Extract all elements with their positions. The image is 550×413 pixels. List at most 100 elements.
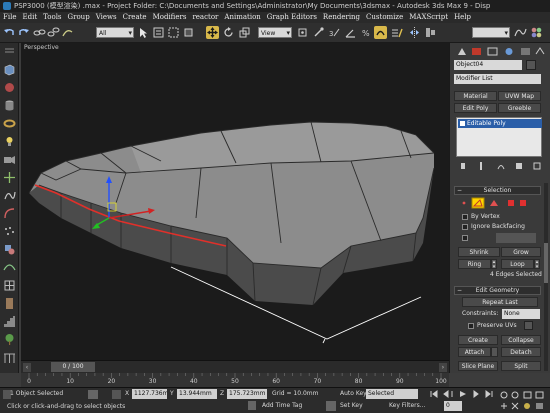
selected-filter-dropdown[interactable]: Selected (366, 389, 418, 399)
create-door-icon[interactable] (3, 297, 16, 310)
add-time-tag[interactable]: Add Time Tag (262, 401, 302, 411)
scale-icon[interactable] (238, 26, 251, 39)
create-compound-icon[interactable] (3, 243, 16, 256)
create-particle-icon[interactable] (3, 225, 16, 238)
slider-prev-icon[interactable]: ‹ (23, 363, 31, 372)
detach-button[interactable]: Detach (501, 347, 541, 357)
select-by-name-icon[interactable] (152, 26, 165, 39)
rotate-icon[interactable] (222, 26, 235, 39)
menu-customize[interactable]: Customize (363, 12, 406, 23)
angle-spinner[interactable] (496, 233, 536, 243)
z-coordinate-field[interactable]: 175.723mm (227, 389, 267, 399)
named-selection-dropdown[interactable] (472, 27, 510, 39)
key-filters-button[interactable]: Key Filters... (389, 401, 426, 411)
menu-views[interactable]: Views (93, 12, 120, 23)
create-light-icon[interactable] (3, 135, 16, 148)
menu-reactor[interactable]: reactor (189, 12, 221, 23)
repeat-last-button[interactable]: Repeat Last (462, 297, 538, 307)
create-stairs-icon[interactable] (3, 315, 16, 328)
selection-region-icon[interactable] (167, 26, 180, 39)
window-crossing-icon[interactable] (182, 26, 195, 39)
time-tag-icon[interactable] (248, 401, 256, 410)
link-icon[interactable] (33, 26, 46, 39)
select-manipulate-icon[interactable] (312, 26, 325, 39)
create-box-icon[interactable] (3, 63, 16, 76)
current-frame-field[interactable]: 0 (444, 401, 462, 411)
by-vertex-checkbox[interactable] (462, 214, 468, 220)
perspective-viewport[interactable]: Perspective (21, 43, 449, 360)
align-icon[interactable] (424, 26, 437, 39)
menu-tools[interactable]: Tools (40, 12, 64, 23)
stack-item-editable-poly[interactable]: Editable Poly (458, 119, 542, 128)
time-slider-thumb[interactable]: 0 / 100 (51, 362, 95, 372)
material-editor-icon[interactable] (530, 26, 543, 39)
attach-button[interactable]: Attach (458, 347, 491, 357)
stack-expand-icon[interactable] (460, 121, 465, 126)
create-nurbs-icon[interactable] (3, 261, 16, 274)
shrink-button[interactable]: Shrink (458, 247, 500, 257)
key-icon[interactable] (326, 401, 336, 411)
menu-modifiers[interactable]: Modifiers (150, 12, 190, 23)
unlink-icon[interactable] (47, 26, 60, 39)
create-cylinder-icon[interactable] (3, 99, 16, 112)
pivot-center-icon[interactable] (296, 26, 309, 39)
create-shape-icon[interactable] (3, 207, 16, 220)
create-button[interactable]: Create (458, 335, 498, 345)
redo-icon[interactable] (17, 26, 30, 39)
menu-graph-editors[interactable]: Graph Editors (264, 12, 320, 23)
edit-named-selection-icon[interactable] (390, 26, 403, 39)
percent-snap-icon[interactable]: % (360, 26, 373, 39)
y-coordinate-field[interactable]: 13.944mm (177, 389, 217, 399)
move-icon[interactable] (206, 26, 219, 39)
create-railing-icon[interactable] (3, 351, 16, 364)
slider-next-icon[interactable]: › (439, 363, 447, 372)
bind-space-warp-icon[interactable] (61, 26, 74, 39)
create-camera-icon[interactable] (3, 153, 16, 166)
menu-edit[interactable]: Edit (19, 12, 40, 23)
uvw-map-button[interactable]: UVW Map (498, 91, 541, 101)
x-coordinate-field[interactable]: 1127.736m (132, 389, 167, 399)
collapse-button[interactable]: Collapse (501, 335, 541, 345)
by-angle-checkbox[interactable] (462, 235, 468, 241)
preserve-uvs-settings-icon[interactable] (524, 321, 533, 330)
time-slider[interactable]: ‹ 0 / 100 › (21, 360, 449, 373)
set-key-button[interactable]: Set Key (340, 401, 363, 411)
panel-scrollbar[interactable] (544, 183, 548, 371)
curve-editor-icon[interactable] (514, 26, 527, 39)
loop-spinner[interactable]: ▴ ▾ (534, 259, 540, 270)
split-button[interactable]: Split (501, 361, 541, 371)
ring-button[interactable]: Ring (458, 259, 491, 269)
absolute-mode-icon[interactable] (112, 390, 121, 399)
create-sphere-icon[interactable] (3, 81, 16, 94)
create-patch-icon[interactable] (3, 279, 16, 292)
object-name-field[interactable]: Object04 (454, 60, 522, 70)
auto-key-button[interactable]: Auto Key (340, 389, 367, 399)
create-spacewarp-icon[interactable] (3, 189, 16, 202)
menu-help[interactable]: Help (451, 12, 474, 23)
object-color-swatch[interactable] (526, 60, 536, 70)
menu-animation[interactable]: Animation (221, 12, 263, 23)
mirror-icon[interactable] (408, 26, 421, 39)
preserve-uvs-checkbox[interactable] (468, 323, 474, 329)
menu-maxscript[interactable]: MAXScript (406, 12, 451, 23)
ignore-backfacing-checkbox[interactable] (462, 224, 468, 230)
loop-button[interactable]: Loop (501, 259, 534, 269)
toolbar-handle-icon[interactable] (3, 47, 16, 60)
ring-spinner[interactable]: ▴ ▾ (491, 259, 497, 270)
menu-rendering[interactable]: Rendering (320, 12, 363, 23)
reference-coordinate-dropdown[interactable]: View (258, 27, 292, 39)
create-torus-icon[interactable] (3, 117, 16, 130)
track-bar[interactable]: 0 10 20 30 40 50 60 70 80 90 100 (21, 373, 449, 387)
slice-plane-button[interactable]: Slice Plane (458, 361, 498, 371)
constraints-dropdown[interactable]: None (502, 309, 540, 319)
create-helper-icon[interactable] (3, 171, 16, 184)
grow-button[interactable]: Grow (501, 247, 541, 257)
selection-rollout-header[interactable]: − Selection (454, 186, 541, 195)
select-object-icon[interactable] (137, 26, 150, 39)
create-foliage-icon[interactable] (3, 333, 16, 346)
edit-geometry-rollout-header[interactable]: − Edit Geometry (454, 286, 541, 295)
greeble-button[interactable]: Greeble (498, 103, 541, 113)
snaps-toggle-icon[interactable]: 3 (328, 26, 341, 39)
menu-file[interactable]: File (0, 12, 19, 23)
modifier-list-dropdown[interactable]: Modifier List (454, 74, 541, 84)
